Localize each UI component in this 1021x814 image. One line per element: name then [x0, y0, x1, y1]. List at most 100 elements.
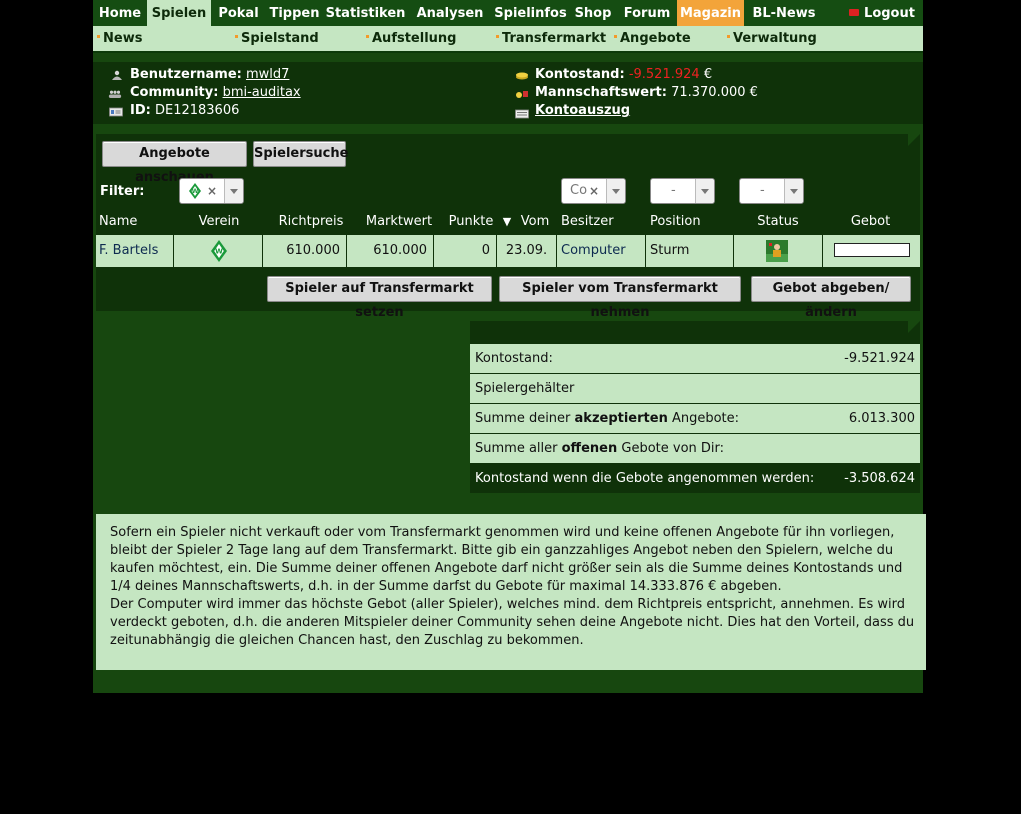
- bullet-icon: [496, 35, 499, 38]
- col-header-gebot: Gebot: [850, 214, 891, 229]
- bullet-icon: [97, 35, 100, 38]
- nav-statistiken[interactable]: Statistiken: [323, 0, 408, 26]
- player-name-cell: F. Bartels: [96, 235, 174, 267]
- subnav-news-label: News: [103, 31, 143, 46]
- statement-icon: [515, 109, 529, 119]
- summary-akzeptiert-value: 6.013.300: [848, 411, 915, 426]
- col-header-verein[interactable]: Verein: [191, 214, 247, 230]
- mannschaftswert-label: Mannschaftswert:: [535, 85, 667, 100]
- chevron-down-icon[interactable]: [606, 179, 625, 203]
- player-richtpreis-cell: 610.000: [263, 235, 347, 267]
- clear-icon[interactable]: ×: [207, 184, 217, 198]
- nav-shop[interactable]: Shop: [569, 0, 617, 26]
- summary-kontostand-row: Kontostand: -9.521.924: [470, 344, 920, 373]
- subnav-angebote[interactable]: Angebote: [614, 26, 691, 51]
- username-line: Benutzername: mwld7: [130, 66, 289, 84]
- clear-icon[interactable]: ×: [589, 184, 599, 198]
- subnav-aufstellung[interactable]: Aufstellung: [366, 26, 456, 51]
- table-row: F. Bartels W 610.000 610.000 0 23.09. Co…: [96, 235, 920, 267]
- col-header-besitzer[interactable]: Besitzer: [561, 214, 614, 230]
- chevron-down-icon[interactable]: [224, 179, 243, 203]
- team-value-icon: [516, 91, 528, 98]
- gebot-abgeben-button[interactable]: Gebot abgeben/ändern: [751, 276, 911, 320]
- id-label: ID:: [130, 103, 151, 118]
- kontostand-currency: €: [703, 67, 713, 82]
- player-verein-cell: W: [174, 235, 263, 267]
- verein-filter-select[interactable]: W ×: [179, 178, 244, 204]
- logout-label: Logout: [864, 6, 915, 21]
- nav-analysen[interactable]: Analysen: [408, 0, 492, 26]
- nav-forum[interactable]: Forum: [617, 0, 677, 26]
- nav-bl-news[interactable]: BL-News: [744, 0, 824, 26]
- col-header-richtpreis[interactable]: Richtpreis: [276, 214, 346, 230]
- spieler-nehmen-button[interactable]: Spieler vom Transfermarkt nehmen: [499, 276, 741, 320]
- nav-spielinfos[interactable]: Spielinfos: [492, 0, 569, 26]
- summary-kontostand-label: Kontostand:: [475, 351, 553, 366]
- player-name-link[interactable]: F. Bartels: [99, 243, 158, 258]
- id-card-icon: [109, 107, 123, 117]
- bullet-icon: [614, 35, 617, 38]
- mannschaftswert-value: 71.370.000 €: [671, 85, 758, 100]
- user-info-panel: Benutzername: mwld7 Community: bmi-audit…: [93, 62, 923, 124]
- col-header-name[interactable]: Name: [99, 214, 137, 230]
- logout-button[interactable]: Logout: [845, 0, 919, 26]
- nav-tippen[interactable]: Tippen: [266, 0, 323, 26]
- player-status-cell: [734, 235, 823, 267]
- summary-offen-row: Summe aller offenen Gebote von Dir:: [470, 434, 920, 463]
- community-link[interactable]: bmi-auditax: [223, 85, 301, 100]
- subnav-transfermarkt[interactable]: Transfermarkt: [496, 26, 606, 51]
- besitzer-link[interactable]: Computer: [561, 243, 626, 258]
- username-link[interactable]: mwld7: [246, 67, 289, 82]
- col-header-position[interactable]: Position: [650, 214, 701, 230]
- kontostand-line: Kontostand: -9.521.924 €: [535, 66, 712, 84]
- col-header-status[interactable]: Status: [753, 214, 803, 230]
- summary-final-label: Kontostand wenn die Gebote angenommen we…: [475, 471, 815, 486]
- subnav-news[interactable]: News: [97, 26, 142, 51]
- position-filter-select[interactable]: -: [650, 178, 715, 204]
- col-header-punkte[interactable]: Punkte: [446, 214, 496, 230]
- kontostand-label: Kontostand:: [535, 67, 625, 82]
- mannschaftswert-line: Mannschaftswert: 71.370.000 €: [535, 84, 758, 102]
- angebote-anschauen-button[interactable]: Angebote anschauen: [102, 141, 247, 185]
- svg-text:W: W: [215, 248, 223, 256]
- info-paragraph-2: Der Computer wird immer das höchste Gebo…: [110, 597, 915, 648]
- panel-corner: [908, 134, 920, 146]
- summary-final-value: -3.508.624: [844, 471, 915, 486]
- user-icon: [112, 70, 122, 80]
- nav-home[interactable]: Home: [93, 0, 147, 26]
- nav-spielen[interactable]: Spielen: [147, 0, 211, 26]
- summary-akzeptiert-label: Summe deiner akzeptierten Angebote:: [475, 411, 740, 426]
- subnav-verwaltung-label: Verwaltung: [733, 31, 817, 46]
- spielersuche-button[interactable]: Spielersuche: [253, 141, 348, 167]
- player-besitzer-cell: Computer: [557, 235, 646, 267]
- svg-text:W: W: [192, 188, 199, 195]
- subnav-spielstand-label: Spielstand: [241, 31, 319, 46]
- subnav-spielstand[interactable]: Spielstand: [235, 26, 319, 51]
- summary-panel: Kontostand: -9.521.924 Spielergehälter S…: [470, 321, 920, 493]
- player-gebot-cell: [823, 235, 920, 267]
- kontoauszug-link[interactable]: Kontoauszug: [535, 103, 630, 118]
- position-filter-value: -: [671, 183, 676, 198]
- col-header-vom[interactable]: Vom: [519, 214, 551, 230]
- gebot-input[interactable]: [834, 243, 910, 257]
- chevron-down-icon[interactable]: [695, 179, 714, 203]
- subnav-angebote-label: Angebote: [620, 31, 691, 46]
- sort-desc-icon[interactable]: ▼: [501, 214, 513, 230]
- status-filter-select[interactable]: -: [739, 178, 804, 204]
- kontostand-value: -9.521.924: [628, 67, 700, 82]
- col-header-marktwert[interactable]: Marktwert: [363, 214, 435, 230]
- besitzer-filter-select[interactable]: Co ×: [561, 178, 626, 204]
- nav-pokal[interactable]: Pokal: [211, 0, 266, 26]
- summary-akzeptiert-row: Summe deiner akzeptierten Angebote: 6.01…: [470, 404, 920, 433]
- summary-kontostand-value: -9.521.924: [844, 351, 915, 366]
- bullet-icon: [366, 35, 369, 38]
- summary-offen-label: Summe aller offenen Gebote von Dir:: [475, 441, 725, 456]
- spieler-setzen-button[interactable]: Spieler auf Transfermarkt setzen: [267, 276, 492, 320]
- chevron-down-icon[interactable]: [784, 179, 803, 203]
- community-icon: [108, 90, 122, 98]
- player-marktwert-cell: 610.000: [347, 235, 434, 267]
- nav-magazin[interactable]: Magazin: [677, 0, 744, 26]
- sub-navigation: News Spielstand Aufstellung Transfermark…: [93, 26, 923, 53]
- subnav-verwaltung[interactable]: Verwaltung: [727, 26, 817, 51]
- transfer-info-text: Sofern ein Spieler nicht verkauft oder v…: [96, 514, 926, 670]
